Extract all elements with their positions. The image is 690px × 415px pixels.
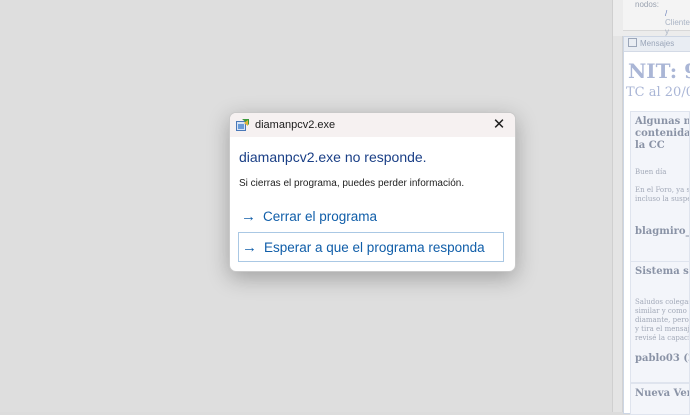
tc-text: TC al 20/08/ [626, 85, 690, 100]
message-card-text: Buen día En el Foro, ya se h incluso la … [635, 168, 690, 203]
close-icon: ✕ [492, 116, 506, 133]
wait-program-label: Esperar a que el programa responda [264, 240, 485, 255]
dialog-heading: diamanpcv2.exe no responde. [239, 149, 427, 165]
background-top-box: nodos: / Clientes y [623, 0, 690, 36]
arrow-right-icon: → [242, 239, 257, 256]
dialog-info-text: Si cierras el programa, puedes perder in… [239, 178, 465, 189]
messages-window: Mensajes NIT: 9 TC al 20/08/ Algunas nov… [623, 36, 690, 415]
window-icon [628, 38, 637, 47]
close-program-option[interactable]: → Cerrar el programa [238, 202, 504, 232]
app-icon [236, 119, 249, 131]
message-card[interactable]: Sistema se co Saludos colegas, m similar… [630, 261, 690, 383]
message-card-text: Saludos colegas, m similar y como lo dia… [635, 298, 690, 342]
message-card-title: Nueva Versió [635, 388, 689, 399]
not-responding-dialog: diamanpcv2.exe ✕ diamanpcv2.exe no respo… [229, 112, 516, 272]
message-card-author: blagmiro_co [635, 226, 689, 237]
message-card[interactable]: Nueva Versió [630, 383, 690, 415]
background-top-note: nodos: [635, 0, 660, 9]
wait-program-option[interactable]: → Esperar a que el programa responda [238, 232, 504, 262]
arrow-right-icon: → [241, 208, 256, 225]
message-card-title: Algunas nove contenidas en la CC [635, 116, 690, 151]
messages-window-title: Mensajes [624, 37, 690, 52]
nit-text: NIT: 9 [628, 59, 690, 83]
close-button[interactable]: ✕ [489, 116, 509, 134]
close-program-label: Cerrar el programa [263, 209, 378, 224]
dialog-title: diamanpcv2.exe [255, 119, 336, 131]
background-scrollbar[interactable] [613, 36, 623, 412]
background-clients-link[interactable]: / Clientes y [665, 9, 690, 36]
message-card-title: Sistema se co [635, 266, 689, 277]
message-card[interactable]: Algunas nove contenidas en la CC Buen dí… [630, 111, 690, 263]
message-card-author: pablo03 (20/ [635, 353, 689, 364]
dialog-titlebar: diamanpcv2.exe ✕ [230, 113, 515, 137]
background-app-panel: nodos: / Clientes y Mensajes NIT: 9 TC a… [612, 0, 690, 415]
